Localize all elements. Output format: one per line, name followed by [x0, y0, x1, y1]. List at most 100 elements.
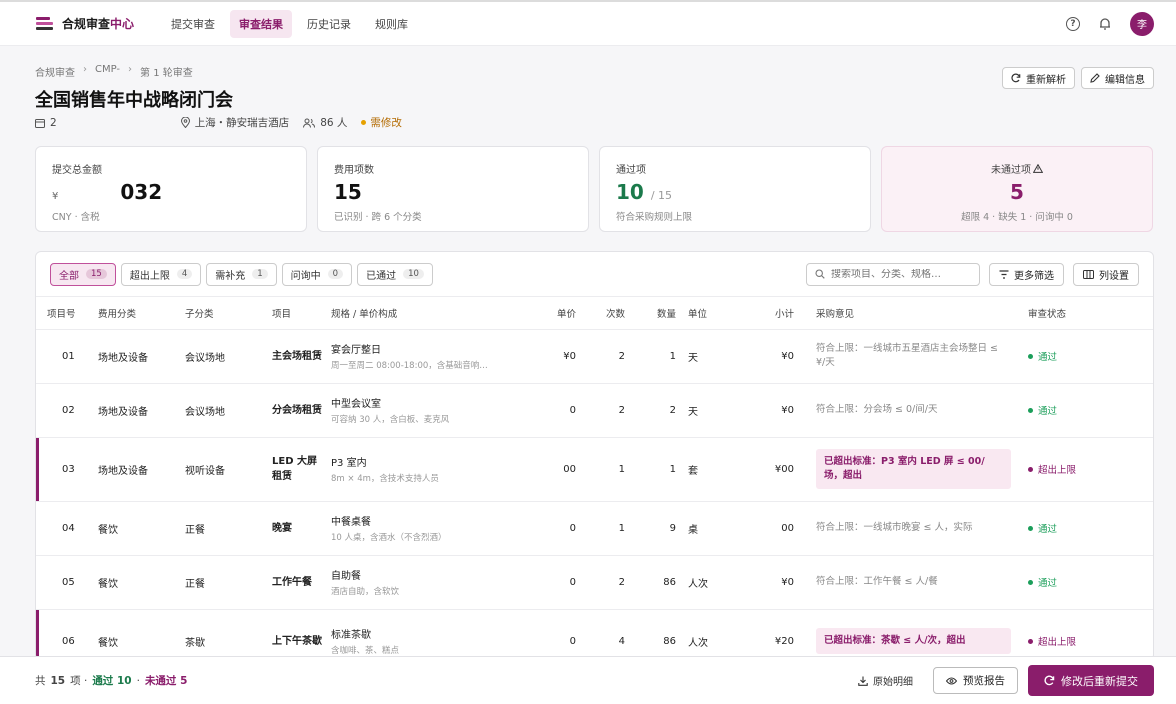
table-row[interactable]: 05 餐饮 正餐 工作午餐 自助餐 酒店自助，含软饮 0 2 86 人次 ¥0 符合上限：工作午餐 ≤… [36, 555, 1153, 610]
nav-item-submit[interactable]: 提交审查 [162, 10, 224, 38]
card-label: 未通过项 [898, 161, 1136, 176]
col-header[interactable]: 项目 [266, 297, 330, 330]
resubmit-label: 修改后重新提交 [1061, 674, 1138, 688]
status-badge[interactable]: 通过 [1028, 575, 1153, 589]
card-sub: CNY · 含税 [52, 212, 100, 223]
refresh-icon [1011, 73, 1021, 83]
help-icon[interactable]: ? [1066, 16, 1080, 31]
cell-item: 工作午餐 [266, 555, 330, 610]
brand[interactable]: 合规审查中心 [36, 15, 160, 32]
nav-item-history[interactable]: 历史记录 [298, 10, 360, 38]
summary-cards: 提交总金额 ¥032 CNY · 含税 费用项数 15 已识别 · 跨 6 个分… [35, 146, 1153, 232]
col-header[interactable]: 费用分类 [92, 297, 179, 330]
status-dot-icon [1028, 353, 1033, 359]
header-actions: 重新解析 编辑信息 [1002, 67, 1154, 89]
spec-sub: 周一至周二 08:00-18:00，含基础音响… [331, 361, 488, 371]
resubmit-button[interactable]: 修改后重新提交 [1028, 665, 1154, 696]
more-filter-button[interactable]: 更多筛选 [989, 262, 1064, 286]
cell-spec: 自助餐 酒店自助，含软饮 [330, 555, 522, 610]
col-header[interactable]: 规格 / 单价构成 [330, 297, 522, 330]
breadcrumb: 合规审查 › CMP- › 第 1 轮审查 [35, 64, 193, 79]
col-header[interactable]: 单位 [676, 297, 724, 330]
cell-subtotal: 00 [724, 501, 794, 556]
meta-date-value: 2 [50, 116, 57, 129]
cell-opinion: 已超出标准：茶歇 ≤ 人/次，超出 [794, 609, 1019, 660]
warning-triangle-icon [1032, 163, 1044, 173]
breadcrumb-item-case[interactable]: CMP- [95, 64, 120, 79]
cell-category: 场地及设备 [92, 383, 179, 438]
table-row[interactable]: 02 场地及设备 会议场地 分会场租赁 中型会议室 可容纳 30 人，含白板、麦克风 0 2 2… [36, 383, 1153, 438]
cell-no: 03 [36, 437, 92, 502]
card-sub: 已识别 · 跨 6 个分类 [334, 212, 422, 223]
spec-main: 标准茶歇 [331, 630, 371, 641]
search-box[interactable] [806, 262, 980, 286]
search-input[interactable] [831, 268, 971, 280]
col-header[interactable]: 项目号 [36, 297, 92, 330]
cell-subcategory: 视听设备 [179, 437, 266, 502]
nav-item-rules[interactable]: 规则库 [366, 10, 417, 38]
col-header[interactable]: 采购意见 [794, 297, 1019, 330]
nav-item-results[interactable]: 审查结果 [230, 9, 292, 38]
status-badge[interactable]: 通过 [1028, 403, 1153, 417]
card-failed[interactable]: 未通过项 5 超限 4 · 缺失 1 · 问询中 0 [881, 146, 1153, 232]
filter-chip-inquiring[interactable]: 问询中 0 [281, 262, 353, 286]
table-row[interactable]: 01 场地及设备 会议场地 主会场租赁 宴会厅整日 周一至周二 08:00-18:00，含… [36, 329, 1153, 384]
table-row[interactable]: 03 场地及设备 视听设备 LED 大屏租赁 P3 室内 8m × 4m，含技术支持人员 0… [36, 437, 1153, 502]
cell-qty: 86 [625, 609, 676, 660]
edit-info-button[interactable]: 编辑信息 [1081, 67, 1154, 89]
col-header[interactable]: 子分类 [179, 297, 266, 330]
card-sub: 符合采购规则上限 [616, 212, 693, 223]
table-row[interactable]: 06 餐饮 茶歇 上下午茶歇 标准茶歇 含咖啡、茶、糕点 0 4 86 人次 ¥20 已超出标准：茶歇… [36, 609, 1153, 660]
spec-main: 中餐桌餐 [331, 517, 371, 528]
cell-qty: 2 [625, 383, 676, 438]
col-header[interactable]: 小计 [724, 297, 794, 330]
cell-subcategory: 正餐 [179, 501, 266, 556]
status-badge[interactable]: 通过 [1028, 349, 1153, 363]
cell-opinion: 符合上限：一线城市五星酒店主会场整日 ≤ ¥/天 [794, 329, 1019, 384]
cell-no: 05 [36, 555, 92, 610]
status-badge-label: 需修改 [370, 117, 402, 129]
cell-unit: 人次 [676, 609, 724, 660]
card-label: 通过项 [616, 165, 646, 176]
review-table: 项目号 费用分类 子分类 项目 规格 / 单价构成 单价 次数 数量 单位 小计… [36, 297, 1153, 660]
cell-times: 2 [576, 555, 625, 610]
filter-chip-over-limit[interactable]: 超出上限 4 [120, 262, 202, 286]
cell-category: 场地及设备 [92, 329, 179, 384]
cell-category: 餐饮 [92, 501, 179, 556]
reparse-button[interactable]: 重新解析 [1002, 67, 1075, 89]
meta-location-value: 上海・静安瑞吉酒店 [194, 117, 290, 129]
status-badge[interactable]: 通过 [1028, 521, 1153, 535]
cell-price: ¥0 [522, 329, 576, 384]
col-header[interactable]: 数量 [625, 297, 676, 330]
spec-sub: 8m × 4m，含技术支持人员 [331, 474, 439, 484]
preview-report-button[interactable]: 预览报告 [933, 667, 1018, 694]
cell-qty: 86 [625, 555, 676, 610]
filter-chip-passed[interactable]: 已通过 10 [357, 262, 433, 286]
card-label: 费用项数 [334, 165, 374, 176]
cell-qty: 9 [625, 501, 676, 556]
card-value: 10 / 15 [616, 180, 673, 204]
meta-location: 上海・静安瑞吉酒店 [180, 115, 290, 130]
opinion-text: 符合上限：一线城市晚宴 ≤ 人，实际 [816, 522, 973, 533]
user-avatar[interactable]: 李 [1130, 11, 1154, 36]
col-header[interactable]: 单价 [522, 297, 576, 330]
raw-detail-button[interactable]: 原始明细 [848, 673, 923, 688]
card-value: 15 [334, 180, 362, 204]
col-header[interactable]: 次数 [576, 297, 625, 330]
filter-chip-all[interactable]: 全部 15 [50, 262, 116, 286]
cell-category: 场地及设备 [92, 437, 179, 502]
filter-chip-needs-info[interactable]: 需补充 1 [206, 262, 277, 286]
breadcrumb-item-review[interactable]: 合规审查 [35, 64, 75, 79]
status-badge[interactable]: 超出上限 [1028, 634, 1153, 648]
notification-bell-icon[interactable] [1098, 17, 1112, 31]
cell-spec: P3 室内 8m × 4m，含技术支持人员 [330, 437, 522, 502]
status-badge[interactable]: 超出上限 [1028, 462, 1153, 476]
card-total-amount: 提交总金额 ¥032 CNY · 含税 [35, 146, 307, 232]
col-header[interactable]: 审查状态 [1019, 297, 1153, 330]
meta-people: 86 人 [303, 115, 347, 130]
status-dot-icon [1028, 407, 1033, 413]
brand-logo-icon [36, 16, 54, 31]
column-settings-button[interactable]: 列设置 [1073, 262, 1139, 286]
table-row[interactable]: 04 餐饮 正餐 晚宴 中餐桌餐 10 人桌，含酒水（不含烈酒） 0 1 9 桌 00 符合上限：一线… [36, 501, 1153, 556]
cell-item: 上下午茶歇 [266, 609, 330, 660]
